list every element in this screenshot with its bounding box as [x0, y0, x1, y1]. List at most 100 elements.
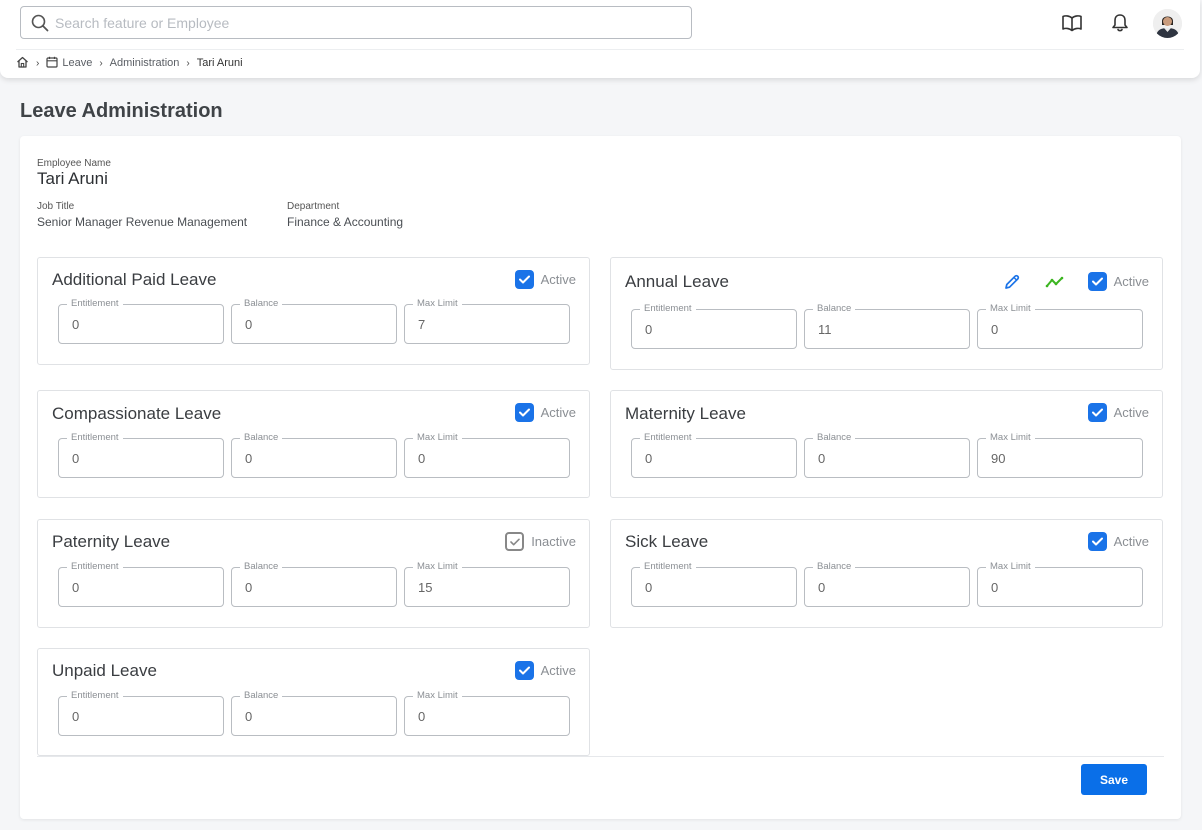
search-input[interactable] — [55, 7, 675, 38]
entitlement-field[interactable]: Entitlement 0 — [631, 303, 797, 349]
field-value: 0 — [818, 451, 826, 466]
field-label: Balance — [813, 561, 856, 573]
home-icon[interactable] — [16, 56, 29, 71]
checkbox-checked-icon[interactable] — [1087, 272, 1107, 291]
balance-field[interactable]: Balance 0 — [804, 432, 970, 478]
leave-card-compassionate: Compassionate Leave Active Entitlement 0 … — [37, 390, 590, 498]
entitlement-field[interactable]: Entitlement 0 — [58, 561, 224, 607]
field-value: 0 — [818, 580, 826, 595]
leave-title: Paternity Leave — [52, 532, 171, 551]
leave-title: Sick Leave — [625, 532, 709, 551]
field-value: 15 — [418, 580, 433, 595]
search-box[interactable] — [20, 6, 692, 39]
entitlement-field[interactable]: Entitlement 0 — [58, 298, 224, 344]
status-toggle[interactable]: Inactive — [505, 532, 576, 551]
field-value: 0 — [991, 580, 999, 595]
field-value: 7 — [418, 317, 426, 332]
checkbox-checked-icon[interactable] — [1087, 403, 1107, 422]
field-value: 90 — [991, 451, 1006, 466]
entitlement-field[interactable]: Entitlement 0 — [631, 432, 797, 478]
leave-title: Additional Paid Leave — [52, 270, 217, 289]
checkbox-checked-icon[interactable] — [514, 270, 534, 289]
balance-field[interactable]: Balance 0 — [231, 432, 397, 478]
field-value: 0 — [418, 451, 426, 466]
max-limit-field[interactable]: Max Limit 15 — [404, 561, 570, 607]
entitlement-field[interactable]: Entitlement 0 — [58, 690, 224, 736]
job-title-value: Senior Manager Revenue Management — [37, 215, 248, 229]
max-limit-field[interactable]: Max Limit 90 — [977, 432, 1143, 478]
status-label: Active — [1113, 405, 1149, 420]
status-label: Active — [1113, 274, 1149, 289]
field-value: 0 — [245, 317, 253, 332]
field-value: 0 — [245, 451, 253, 466]
checkbox-checked-icon[interactable] — [1087, 532, 1107, 551]
field-label: Max Limit — [413, 561, 462, 573]
avatar[interactable] — [1153, 9, 1182, 38]
field-label: Entitlement — [640, 432, 696, 444]
max-limit-field[interactable]: Max Limit 0 — [977, 561, 1143, 607]
department-value: Finance & Accounting — [287, 215, 404, 229]
field-label: Entitlement — [640, 303, 696, 315]
status-toggle[interactable]: Active — [514, 403, 576, 422]
checkbox-checked-icon[interactable] — [514, 661, 534, 680]
leave-card-annual: Annual Leave Active Entitlement 0 Balance… — [610, 257, 1163, 370]
leave-card-maternity: Maternity Leave Active Entitlement 0 Bala… — [610, 390, 1163, 498]
leave-fields: Entitlement 0 Balance 0 Max Limit 7 — [58, 298, 570, 344]
field-value: 0 — [72, 451, 80, 466]
calendar-icon — [46, 56, 58, 71]
status-toggle[interactable]: Active — [1087, 403, 1149, 422]
trend-chart-icon[interactable] — [1045, 272, 1065, 292]
field-label: Max Limit — [413, 432, 462, 444]
leave-fields: Entitlement 0 Balance 0 Max Limit 15 — [58, 561, 570, 607]
max-limit-field[interactable]: Max Limit 7 — [404, 298, 570, 344]
leave-fields: Entitlement 0 Balance 0 Max Limit 0 — [58, 432, 570, 478]
leave-fields: Entitlement 0 Balance 11 Max Limit 0 — [631, 303, 1143, 349]
status-toggle[interactable]: Active — [1087, 272, 1149, 291]
edit-pencil-icon[interactable] — [1002, 272, 1022, 292]
checkbox-checked-icon[interactable] — [514, 403, 534, 422]
bell-icon[interactable] — [1107, 10, 1133, 36]
status-label: Active — [540, 405, 576, 420]
chevron-right-icon: › — [186, 57, 190, 69]
field-label: Balance — [813, 303, 856, 315]
breadcrumb-current: Tari Aruni — [196, 57, 243, 69]
field-value: 11 — [818, 322, 832, 337]
entitlement-field[interactable]: Entitlement 0 — [631, 561, 797, 607]
entitlement-field[interactable]: Entitlement 0 — [58, 432, 224, 478]
chevron-right-icon: › — [36, 57, 40, 69]
employee-name-label: Employee Name — [37, 158, 111, 169]
leave-fields: Entitlement 0 Balance 0 Max Limit 90 — [631, 432, 1143, 478]
status-label: Active — [540, 663, 576, 678]
breadcrumb-leave[interactable]: Leave — [62, 57, 92, 69]
field-value: 0 — [645, 580, 653, 595]
balance-field[interactable]: Balance 11 — [804, 303, 970, 349]
balance-field[interactable]: Balance 0 — [231, 690, 397, 736]
status-toggle[interactable]: Active — [514, 270, 576, 289]
max-limit-field[interactable]: Max Limit 0 — [977, 303, 1143, 349]
breadcrumb-administration[interactable]: Administration — [110, 57, 180, 69]
balance-field[interactable]: Balance 0 — [804, 561, 970, 607]
leave-admin-card: Employee Name Tari Aruni Job Title Senio… — [20, 136, 1181, 819]
max-limit-field[interactable]: Max Limit 0 — [404, 690, 570, 736]
leave-title: Maternity Leave — [625, 404, 746, 423]
checkbox-unchecked-icon[interactable] — [505, 532, 525, 551]
status-toggle[interactable]: Active — [1087, 532, 1149, 551]
balance-field[interactable]: Balance 0 — [231, 298, 397, 344]
leave-card-additional-paid: Additional Paid Leave Active Entitlement… — [37, 257, 590, 365]
max-limit-field[interactable]: Max Limit 0 — [404, 432, 570, 478]
balance-field[interactable]: Balance 0 — [231, 561, 397, 607]
field-value: 0 — [72, 580, 80, 595]
field-label: Entitlement — [67, 561, 123, 573]
book-icon[interactable] — [1059, 10, 1085, 36]
field-label: Balance — [240, 298, 283, 310]
status-label: Active — [1113, 534, 1149, 549]
leave-card-sick: Sick Leave Active Entitlement 0 Balance 0 … — [610, 519, 1163, 628]
field-label: Balance — [240, 432, 283, 444]
employee-name: Tari Aruni — [37, 169, 108, 188]
save-button[interactable]: Save — [1081, 764, 1147, 795]
field-label: Entitlement — [640, 561, 696, 573]
field-label: Entitlement — [67, 690, 123, 702]
status-toggle[interactable]: Active — [514, 661, 576, 680]
field-value: 0 — [991, 322, 999, 337]
leave-fields: Entitlement 0 Balance 0 Max Limit 0 — [58, 690, 570, 736]
